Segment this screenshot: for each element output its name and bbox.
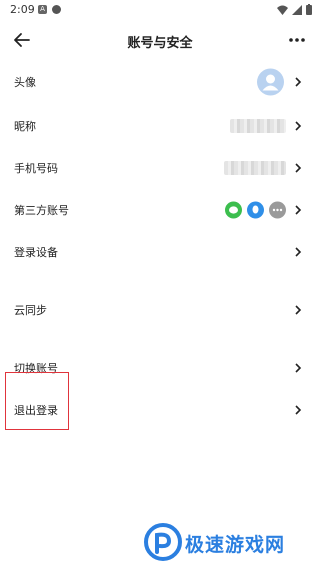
row-cloud-sync[interactable]: 云同步 — [0, 288, 320, 332]
row-nickname[interactable]: 昵称 — [0, 104, 320, 148]
row-label: 第三方账号 — [14, 204, 69, 217]
qq-icon — [247, 201, 264, 219]
chevron-right-icon — [295, 305, 302, 315]
chevron-right-icon — [295, 363, 302, 373]
chevron-right-icon — [295, 247, 302, 257]
row-phone[interactable]: 手机号码 — [0, 146, 320, 190]
app-notification-icon: A — [38, 5, 47, 14]
chevron-right-icon — [295, 405, 302, 415]
blurred-nickname — [230, 119, 286, 133]
app-header: 账号与安全 — [0, 24, 320, 56]
status-time: 2:09 — [10, 3, 35, 16]
more-icon — [269, 201, 286, 219]
row-label: 手机号码 — [14, 162, 58, 175]
battery-icon — [306, 4, 312, 15]
avatar — [257, 68, 284, 96]
settings-notification-icon — [52, 5, 61, 14]
chevron-right-icon — [295, 77, 302, 87]
row-label: 头像 — [14, 76, 36, 89]
row-avatar[interactable]: 头像 — [0, 60, 320, 104]
wifi-icon — [277, 5, 288, 15]
row-third-party[interactable]: 第三方账号 — [0, 188, 320, 232]
system-icons — [277, 4, 312, 15]
status-bar: 2:09 A — [0, 0, 320, 20]
watermark-text: 极速游戏网 — [185, 534, 286, 556]
watermark: 极速游戏网 — [143, 522, 313, 562]
row-label: 登录设备 — [14, 246, 58, 259]
page-title: 账号与安全 — [127, 36, 193, 51]
user-avatar-icon — [262, 74, 279, 91]
row-login-devices[interactable]: 登录设备 — [0, 230, 320, 274]
highlight-box — [5, 372, 69, 430]
watermark-logo-icon — [144, 523, 182, 561]
row-label: 云同步 — [14, 304, 47, 317]
chevron-right-icon — [295, 163, 302, 173]
signal-icon — [292, 4, 302, 15]
more-dots-icon[interactable] — [286, 30, 308, 50]
wechat-icon — [225, 201, 242, 219]
row-label: 昵称 — [14, 120, 36, 133]
chevron-right-icon — [295, 121, 302, 131]
chevron-right-icon — [295, 205, 302, 215]
blurred-phone — [224, 161, 286, 175]
